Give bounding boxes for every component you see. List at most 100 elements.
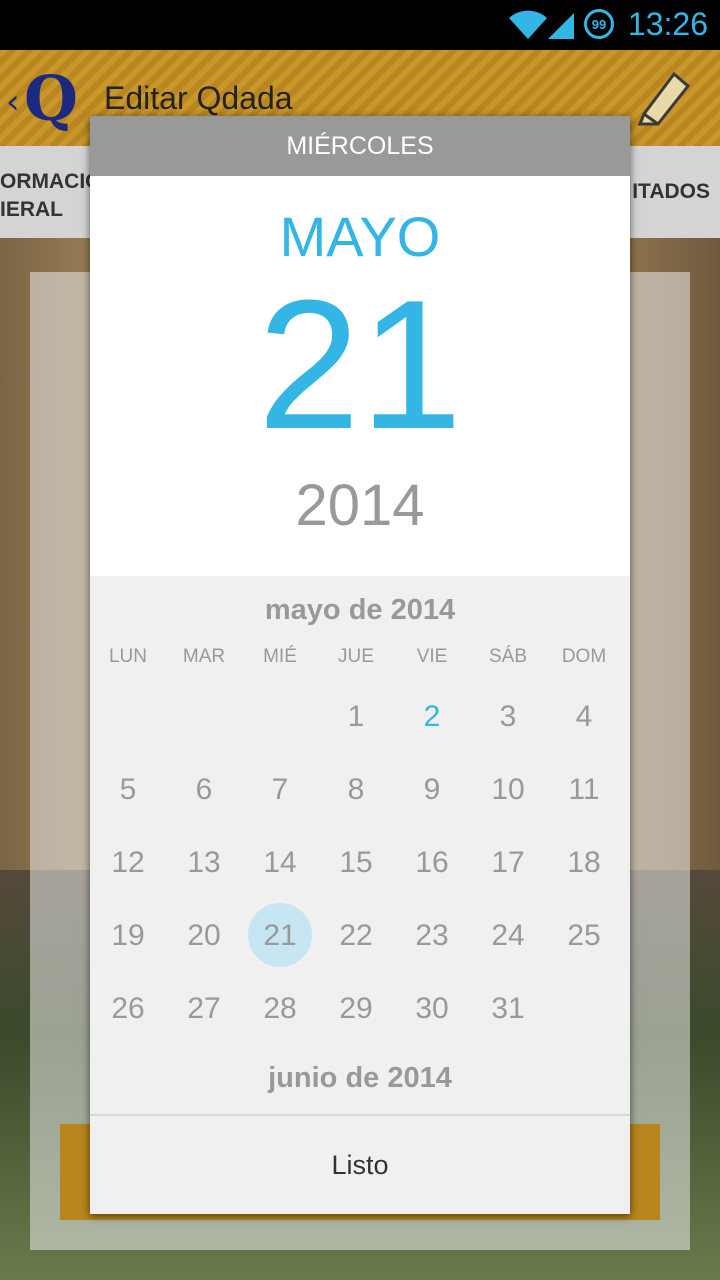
- pencil-icon[interactable]: [634, 66, 694, 126]
- tab-label-line2: IERAL: [0, 198, 63, 221]
- calendar-day[interactable]: 29: [318, 972, 394, 1045]
- calendar-day[interactable]: 9: [394, 753, 470, 826]
- calendar-day-number: 9: [423, 772, 441, 806]
- tab-label-line1: ORMACIÓ: [0, 170, 102, 193]
- calendar-day-number: 18: [567, 845, 601, 879]
- calendar-empty-cell: [242, 680, 318, 753]
- calendar-day[interactable]: 27: [166, 972, 242, 1045]
- calendar-day-number: 22: [339, 918, 373, 952]
- calendar-day[interactable]: 6: [166, 753, 242, 826]
- calendar-day-number: 3: [499, 699, 517, 733]
- selected-year[interactable]: 2014: [90, 472, 630, 539]
- calendar-empty-cell: [166, 680, 242, 753]
- calendar-day[interactable]: 16: [394, 826, 470, 899]
- date-picker-dialog: MIÉRCOLES MAYO 21 2014 mayo de 2014 LUN …: [90, 116, 630, 1214]
- signal-icon: [548, 13, 574, 39]
- weekday-label: DOM: [561, 646, 607, 667]
- done-button[interactable]: Listo: [90, 1116, 630, 1214]
- calendar-day[interactable]: 25: [546, 899, 622, 972]
- selected-date-panel: MAYO 21 2014: [90, 176, 630, 576]
- calendar-week-row: 5 6 7 8 9 10 11: [90, 753, 630, 826]
- calendar-day-number: 1: [347, 699, 365, 733]
- calendar-day[interactable]: 24: [470, 899, 546, 972]
- calendar-day[interactable]: 5: [90, 753, 166, 826]
- calendar-day-number: 31: [491, 991, 525, 1025]
- tab-informacion-general[interactable]: ORMACIÓ IERAL: [0, 168, 102, 224]
- calendar-day[interactable]: 18: [546, 826, 622, 899]
- calendar-view[interactable]: mayo de 2014 LUN MAR MIÉ JUE VIE SÁB DOM…: [90, 576, 630, 1116]
- calendar-day[interactable]: 22: [318, 899, 394, 972]
- calendar-day[interactable]: 2: [394, 680, 470, 753]
- calendar-day[interactable]: 19: [90, 899, 166, 972]
- weekday-label: MAR: [182, 646, 226, 667]
- calendar-day-number: 23: [415, 918, 449, 952]
- calendar-day[interactable]: 7: [242, 753, 318, 826]
- weekday-header: LUN MAR MIÉ JUE VIE SÁB DOM: [90, 646, 630, 668]
- calendar-week-row: 19 20 21 22 23 24 25: [90, 899, 630, 972]
- calendar-day-number: 13: [187, 845, 221, 879]
- calendar-day[interactable]: 4: [546, 680, 622, 753]
- calendar-day[interactable]: 11: [546, 753, 622, 826]
- calendar-day[interactable]: 21: [242, 899, 318, 972]
- calendar-day-number: 4: [575, 699, 593, 733]
- calendar-day[interactable]: 13: [166, 826, 242, 899]
- calendar-day-number: 5: [119, 772, 137, 806]
- calendar-day-number: 11: [568, 772, 600, 806]
- calendar-week-row: 1 2 3 4: [90, 680, 630, 753]
- day-of-week-header: MIÉRCOLES: [90, 116, 630, 176]
- calendar-day-number: 8: [347, 772, 365, 806]
- calendar-day[interactable]: 30: [394, 972, 470, 1045]
- wifi-icon: [509, 10, 547, 39]
- app-title: Editar Qdada: [104, 80, 293, 116]
- calendar-week-row: 12 13 14 15 16 17 18: [90, 826, 630, 899]
- calendar-day-number: 14: [263, 845, 297, 879]
- selected-month[interactable]: MAYO: [90, 204, 630, 269]
- calendar-month-title: mayo de 2014: [264, 594, 456, 626]
- calendar-day-number: 21: [263, 918, 297, 952]
- calendar-day[interactable]: 3: [470, 680, 546, 753]
- weekday-label: LUN: [108, 646, 147, 667]
- calendar-day-grid: 1 2 3 4 5 6 7 8 9 10 11 12 13 14 15 16 17 18 19 20 21 22 23 24 2…: [90, 680, 630, 1045]
- weekday-label: VIE: [416, 646, 448, 667]
- dialog-footer: Listo: [90, 1114, 630, 1214]
- calendar-day-number: 17: [491, 845, 525, 879]
- calendar-day-number: 25: [567, 918, 601, 952]
- calendar-week-row: 26 27 28 29 30 31: [90, 972, 630, 1045]
- calendar-day-number: 19: [111, 918, 145, 952]
- calendar-day[interactable]: 12: [90, 826, 166, 899]
- back-chevron-icon[interactable]: ‹: [6, 82, 20, 122]
- calendar-day[interactable]: 8: [318, 753, 394, 826]
- weekday-label: JUE: [338, 646, 374, 667]
- app-logo-icon[interactable]: Q: [24, 62, 78, 135]
- calendar-day[interactable]: 28: [242, 972, 318, 1045]
- selected-day[interactable]: 21: [90, 272, 630, 456]
- calendar-day[interactable]: 17: [470, 826, 546, 899]
- calendar-day-number: 24: [491, 918, 525, 952]
- status-time: 13:26: [627, 6, 708, 42]
- calendar-day[interactable]: 1: [318, 680, 394, 753]
- calendar-empty-cell: [546, 972, 622, 1045]
- battery-icon: 99: [584, 9, 614, 39]
- calendar-day-number: 12: [111, 845, 145, 879]
- calendar-day-number: 26: [111, 991, 145, 1025]
- weekday-label: MIÉ: [263, 646, 297, 667]
- tab-invitados[interactable]: ITADOS: [632, 180, 710, 204]
- calendar-day[interactable]: 31: [470, 972, 546, 1045]
- next-month-title: junio de 2014: [268, 1062, 452, 1094]
- calendar-day-number: 20: [187, 918, 221, 952]
- calendar-day[interactable]: 23: [394, 899, 470, 972]
- weekday-label: SÁB: [488, 646, 528, 667]
- calendar-day[interactable]: 10: [470, 753, 546, 826]
- calendar-day[interactable]: 15: [318, 826, 394, 899]
- calendar-day[interactable]: 14: [242, 826, 318, 899]
- calendar-day-number: 10: [491, 772, 525, 806]
- calendar-empty-cell: [90, 680, 166, 753]
- calendar-day-number: 29: [339, 991, 373, 1025]
- calendar-day-number: 15: [339, 845, 373, 879]
- calendar-day-number: 16: [415, 845, 449, 879]
- calendar-day-number: 7: [271, 772, 289, 806]
- calendar-day[interactable]: 26: [90, 972, 166, 1045]
- calendar-day-number: 30: [415, 991, 449, 1025]
- calendar-day-number: 28: [263, 991, 297, 1025]
- calendar-day[interactable]: 20: [166, 899, 242, 972]
